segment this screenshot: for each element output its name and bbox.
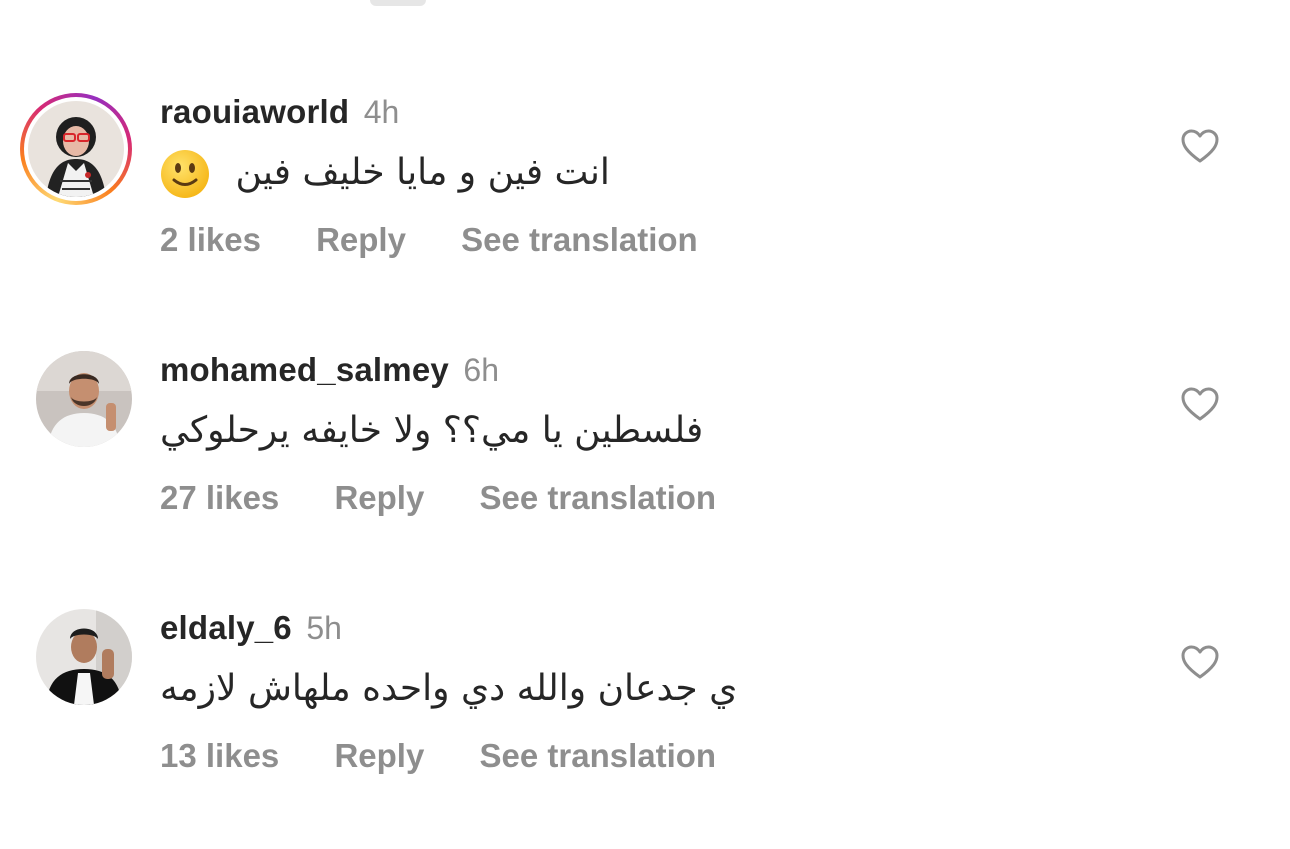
avatar[interactable] (36, 351, 132, 447)
see-translation-button[interactable]: See translation (480, 479, 717, 516)
avatar-story-ring[interactable] (20, 93, 132, 205)
comment-text: ي جدعان والله دي واحده ملهاش لازمه (160, 668, 738, 709)
heart-outline-icon[interactable] (1180, 127, 1220, 167)
avatar[interactable] (36, 609, 132, 705)
username[interactable]: eldaly_6 (160, 609, 292, 646)
comment-text: فلسطين يا مي؟؟ ولا خايفه يرحلوكي (160, 410, 704, 451)
see-translation-button[interactable]: See translation (480, 737, 717, 774)
reply-button[interactable]: Reply (334, 479, 424, 516)
comment-item: eldaly_6 5h ي جدعان والله دي واحده ملهاش… (0, 609, 1290, 849)
timestamp: 4h (363, 94, 400, 130)
timestamp: 5h (306, 610, 342, 646)
comment-item: mohamed_salmey 6h فلسطين يا مي؟؟ ولا خاي… (0, 351, 1290, 591)
comment-text: انت فين و مايا خليف فين (160, 149, 610, 199)
see-translation-button[interactable]: See translation (461, 221, 698, 258)
likes-count[interactable]: 13 likes (160, 737, 279, 774)
comment-item: raouiaworld 4h انت فين و مايا خليف فين 2… (0, 93, 1290, 333)
heart-outline-icon[interactable] (1180, 643, 1220, 683)
username[interactable]: raouiaworld (160, 93, 349, 130)
heart-outline-icon[interactable] (1180, 385, 1220, 425)
previous-comment-edge (370, 0, 440, 6)
avatar (28, 101, 124, 197)
likes-count[interactable]: 2 likes (160, 221, 261, 258)
timestamp: 6h (463, 352, 499, 388)
username[interactable]: mohamed_salmey (160, 351, 449, 388)
reply-button[interactable]: Reply (316, 221, 406, 258)
slightly-smiling-face-icon (161, 150, 209, 198)
reply-button[interactable]: Reply (334, 737, 424, 774)
likes-count[interactable]: 27 likes (160, 479, 279, 516)
